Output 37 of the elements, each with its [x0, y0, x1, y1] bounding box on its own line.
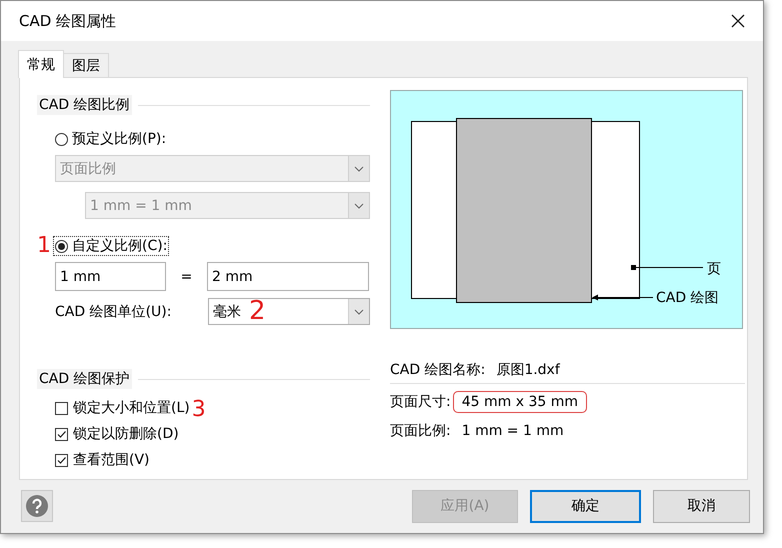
info-value: 1 mm = 1 mm — [460, 422, 565, 440]
dialog-button[interactable]: 取消 — [653, 490, 750, 522]
annotation-number: 1 — [37, 235, 52, 257]
radio-icon — [55, 132, 68, 146]
group-heading: CAD 绘图比例 — [37, 95, 132, 115]
dialog-button[interactable]: 确定 — [530, 490, 641, 522]
chevron-down-icon — [354, 202, 364, 208]
leader-arrow — [592, 294, 654, 300]
unit-dropdown[interactable]: 毫米 2 — [208, 298, 370, 325]
drawing-scale-field[interactable]: 2 mm — [207, 262, 369, 291]
info-label: CAD 绘图名称: — [390, 361, 486, 379]
radio-icon — [55, 240, 68, 252]
help-button[interactable] — [21, 490, 53, 522]
chevron-down-icon — [354, 166, 364, 172]
info-label: 页面比例: — [390, 422, 451, 440]
equals-sign: = — [180, 268, 194, 284]
tab[interactable]: 常规 — [18, 50, 64, 78]
page-scale-field[interactable]: 1 mm — [55, 262, 166, 291]
radio-option[interactable]: 预定义比例(P): — [53, 129, 168, 149]
field-label: CAD 绘图单位(U): — [55, 302, 172, 320]
close-icon — [731, 14, 745, 28]
info-label: 页面尺寸: — [390, 392, 451, 410]
page-label: 页 — [707, 261, 721, 277]
drawing-label: CAD 绘图 — [656, 290, 719, 306]
window-title: CAD 绘图属性 — [19, 12, 116, 30]
help-icon — [25, 494, 49, 518]
tab[interactable]: 图层 — [63, 53, 109, 77]
annotation-number: 2 — [249, 298, 266, 324]
checkbox-option[interactable]: 查看范围(V) — [55, 447, 150, 473]
checkbox-option[interactable]: 锁定以防删除(D) — [55, 421, 179, 447]
info-value: 原图1.dxf — [495, 361, 561, 380]
group-heading: CAD 绘图保护 — [37, 369, 132, 389]
radio-option[interactable]: 自定义比例(C): — [53, 236, 170, 256]
chevron-down-icon — [354, 308, 364, 314]
checkbox-option[interactable]: 锁定大小和位置(L) — [55, 395, 190, 421]
highlighted-value: 45 mm x 35 mm — [452, 390, 587, 412]
annotation-number: 3 — [192, 399, 206, 421]
